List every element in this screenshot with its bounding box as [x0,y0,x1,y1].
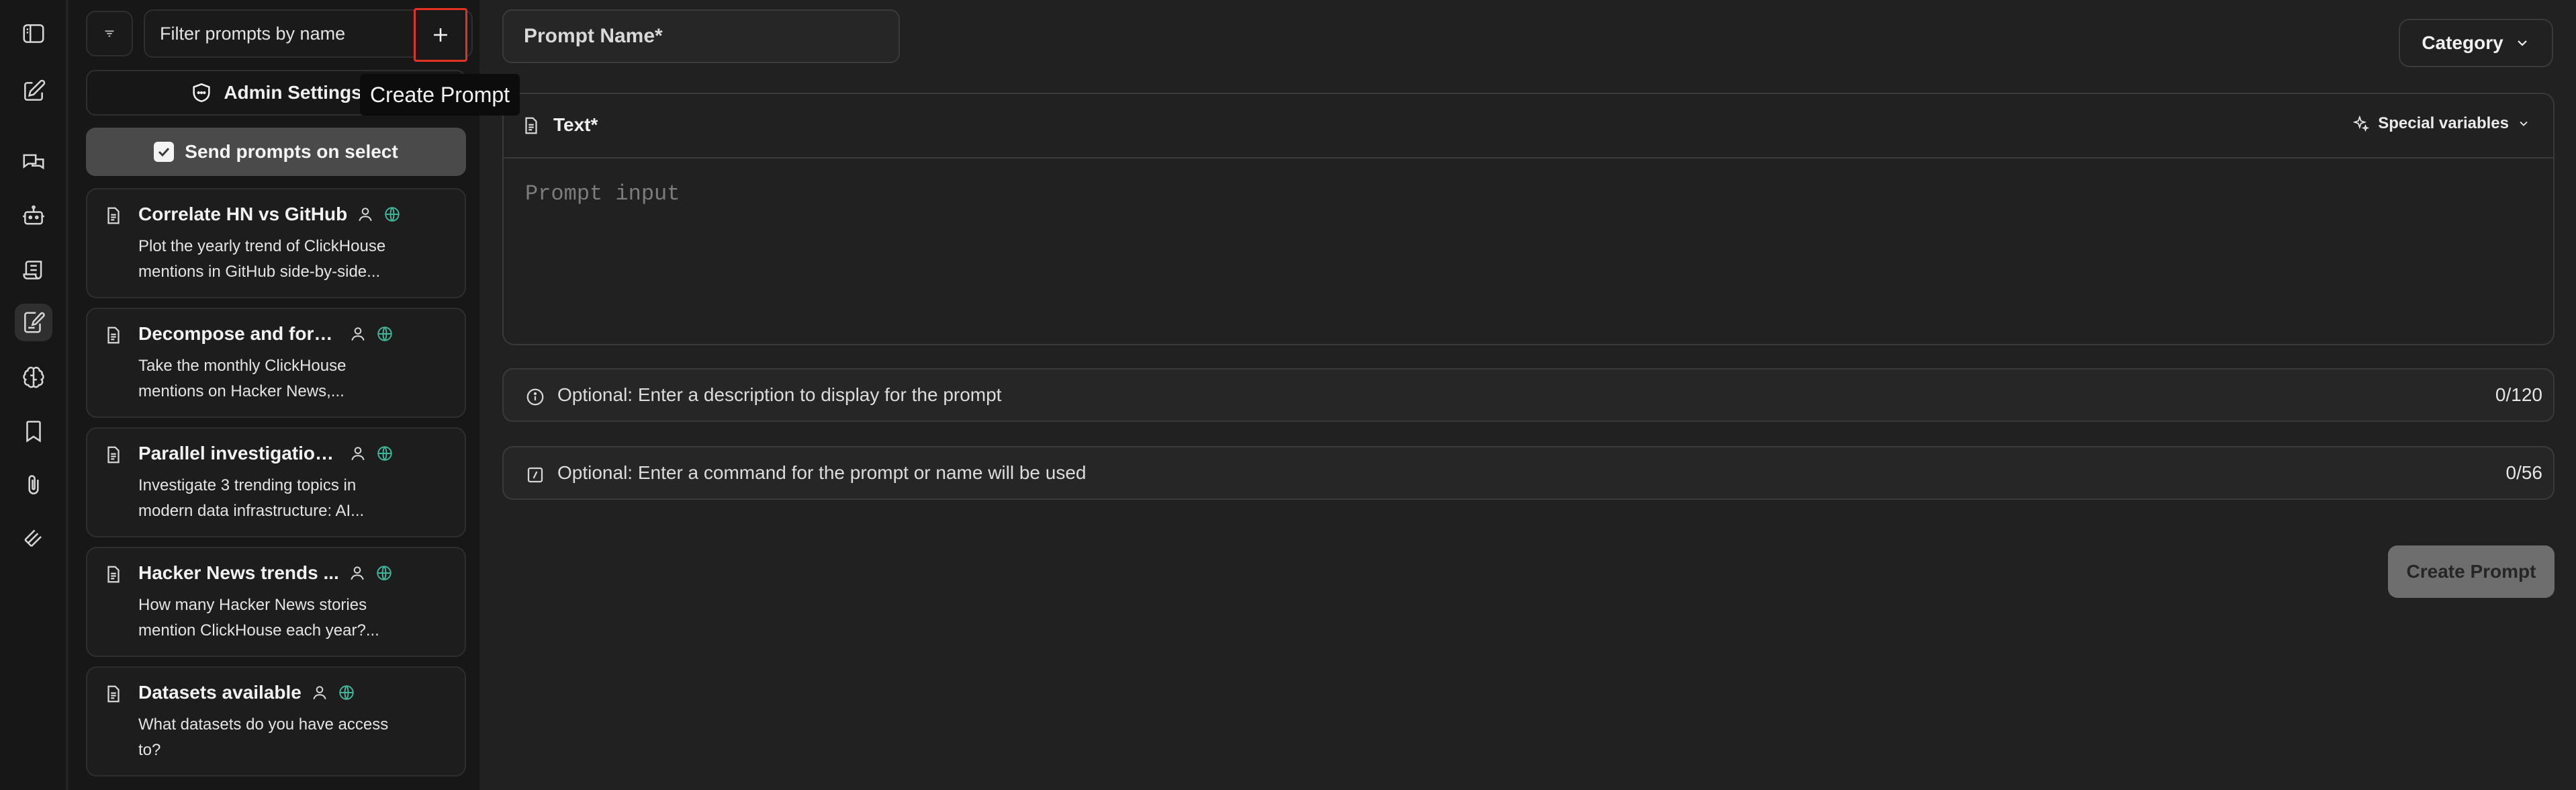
description-field: 0/120 [502,368,2555,422]
sparkles-icon [2352,115,2370,132]
new-chat-icon[interactable] [15,73,52,110]
prompt-card[interactable]: Correlate HN vs GitHub Plot the yearly t… [86,188,466,298]
special-variables-dropdown[interactable]: Special variables [2352,114,2530,133]
prompt-name-input[interactable] [502,9,900,63]
user-icon [351,566,364,580]
globe-icon [377,446,392,461]
user-icon [351,447,365,461]
chevron-down-icon [2517,40,2527,46]
chevron-down-icon [2520,121,2528,126]
prompt-description: Take the monthly ClickHouse mentions on … [138,357,347,400]
prompt-title: Correlate HN vs GitHub [138,204,348,224]
prompt-description: Investigate 3 trending topics in modern … [138,476,365,520]
user-icon [313,686,326,700]
description-input[interactable] [557,369,2438,421]
send-prompts-label: Send prompts on select [185,141,398,162]
admin-settings-label: Admin Settings [224,82,362,103]
user-icon [359,208,372,222]
command-input[interactable] [557,447,2438,498]
document-icon [525,117,537,134]
globe-icon [377,326,392,341]
prompt-title: Datasets available [138,682,302,703]
globe-icon [377,566,392,580]
command-field: 0/56 [502,446,2555,500]
user-icon [351,327,365,341]
bot-icon[interactable] [15,198,52,235]
prompt-text-header: Text* Special variables [504,94,2553,159]
document-icon [107,566,120,583]
prompt-card[interactable]: Hacker News trends ... How many Hacker N… [86,547,466,657]
command-char-count: 0/56 [2505,462,2543,483]
integrations-icon[interactable] [15,520,52,558]
prompt-description: What datasets do you have access to? [138,715,389,759]
category-label: Category [2422,32,2503,53]
category-dropdown[interactable]: Category [2399,19,2553,67]
command-slash-icon [527,467,543,483]
prompt-title: Parallel investigation ... [138,443,340,464]
add-prompt-button[interactable] [414,8,467,62]
prompt-text-box: Text* Special variables [502,93,2555,345]
brain-icon[interactable] [15,359,52,396]
document-icon [107,446,120,464]
text-label: Text* [553,114,598,135]
filter-icon [105,30,114,37]
create-prompt-button[interactable]: Create Prompt [2388,545,2555,598]
document-icon [107,207,120,224]
prompts-icon[interactable] [15,304,52,341]
icon-rail [0,0,67,790]
filter-button[interactable] [86,11,133,56]
prompt-card[interactable]: Datasets available What datasets do you … [86,666,466,777]
globe-icon [339,685,354,700]
bookmark-icon[interactable] [15,412,52,450]
check-icon [158,147,170,157]
create-prompt-tooltip: Create Prompt [360,74,520,116]
prompt-card[interactable]: Decompose and fore... Take the monthly C… [86,308,466,418]
shield-icon [193,83,210,103]
document-icon [107,326,120,344]
paperclip-icon[interactable] [15,466,52,504]
prompt-description: How many Hacker News stories mention Cli… [138,596,379,640]
prompt-input-textarea[interactable] [505,160,2553,344]
prompt-title: Hacker News trends ... [138,562,339,583]
chats-icon[interactable] [15,144,52,181]
sidebar-toggle-icon[interactable] [15,15,52,52]
document-icon [107,685,120,703]
description-char-count: 0/120 [2495,384,2542,405]
prompt-title: Decompose and fore... [138,323,340,344]
prompt-card[interactable]: Parallel investigation ... Investigate 3… [86,427,466,537]
special-variables-label: Special variables [2378,114,2509,132]
globe-icon [385,207,400,222]
plus-icon [434,28,447,42]
checkbox-checked[interactable] [154,142,175,162]
info-icon [526,388,544,406]
prompt-description: Plot the yearly trend of ClickHouse ment… [138,237,386,281]
scroll-icon[interactable] [15,251,52,289]
send-prompts-on-select-toggle[interactable]: Send prompts on select [86,128,466,176]
